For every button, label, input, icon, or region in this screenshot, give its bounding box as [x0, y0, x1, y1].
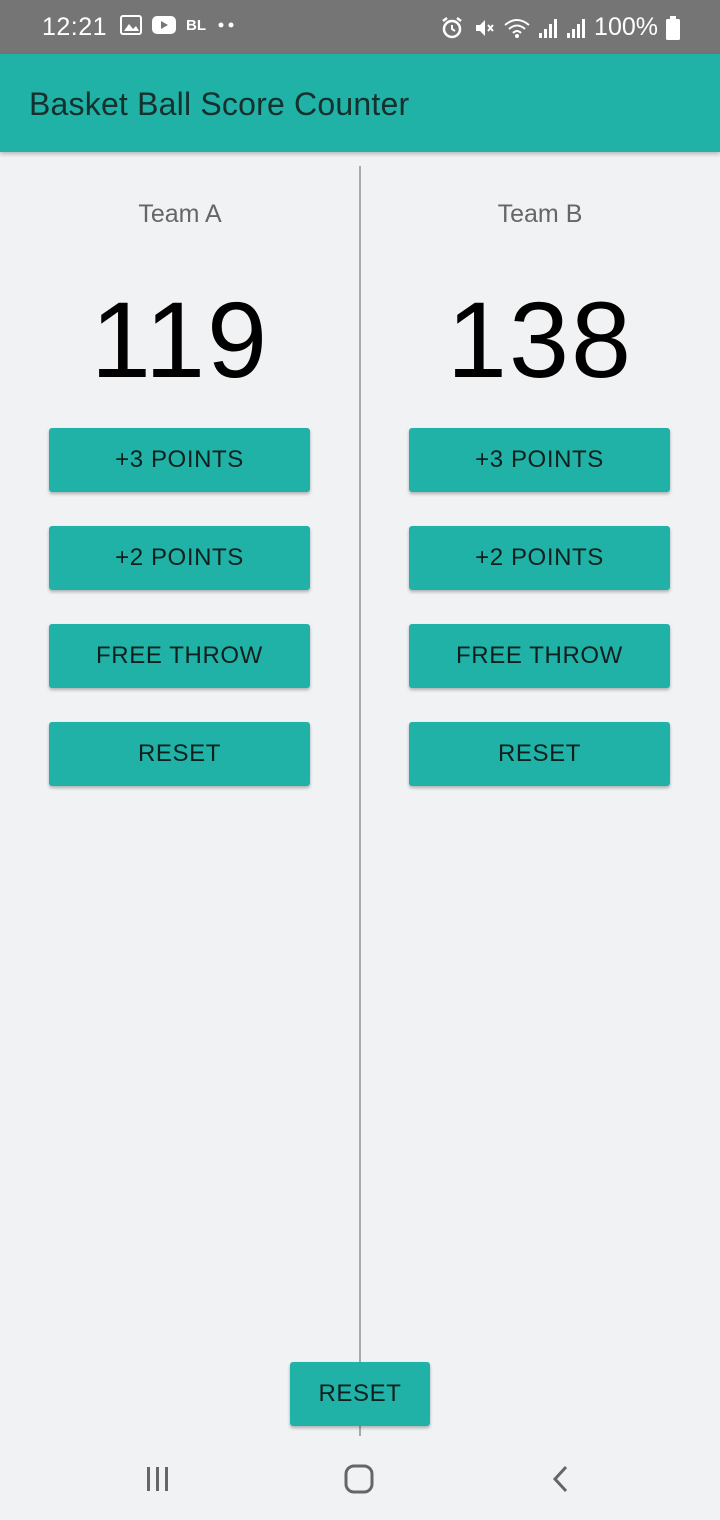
recent-apps-icon[interactable] — [138, 1462, 178, 1496]
image-icon — [120, 15, 142, 35]
team-b-plus-two-button[interactable]: +2 POINTS — [409, 526, 670, 590]
reset-all-button[interactable]: RESET — [290, 1362, 430, 1426]
status-time: 12:21 — [42, 13, 108, 41]
signal-icon — [566, 17, 586, 39]
mute-icon — [472, 16, 496, 40]
team-b-reset-button[interactable]: RESET — [409, 722, 670, 786]
team-a-name: Team A — [138, 200, 222, 228]
team-b-free-throw-button[interactable]: FREE THROW — [409, 624, 670, 688]
team-a-score: 119 — [90, 279, 270, 400]
navigation-bar — [0, 1436, 720, 1520]
team-a-panel: Team A 119 +3 POINTS +2 POINTS FREE THRO… — [0, 152, 360, 852]
alarm-icon — [440, 16, 464, 40]
team-b-name: Team B — [497, 200, 583, 228]
team-a-plus-three-button[interactable]: +3 POINTS — [49, 428, 310, 492]
status-icons-left: BL — [120, 15, 236, 35]
team-b-panel: Team B 138 +3 POINTS +2 POINTS FREE THRO… — [360, 152, 720, 852]
app-title: Basket Ball Score Counter — [29, 86, 410, 122]
home-icon[interactable] — [339, 1462, 379, 1496]
bl-icon: BL — [186, 16, 206, 34]
team-a-plus-two-button[interactable]: +2 POINTS — [49, 526, 310, 590]
signal-icon — [538, 17, 558, 39]
battery-percent: 100% — [594, 13, 658, 41]
status-bar: 12:21 BL 100% — [0, 0, 720, 54]
team-b-score: 138 — [446, 279, 634, 400]
youtube-icon — [152, 16, 176, 34]
status-icons-right: 100% — [440, 13, 680, 42]
back-icon[interactable] — [540, 1462, 580, 1496]
team-a-reset-button[interactable]: RESET — [49, 722, 310, 786]
team-a-free-throw-button[interactable]: FREE THROW — [49, 624, 310, 688]
more-dots-icon — [216, 21, 236, 29]
team-b-plus-three-button[interactable]: +3 POINTS — [409, 428, 670, 492]
battery-icon — [666, 15, 680, 40]
wifi-icon — [504, 17, 530, 39]
app-bar: Basket Ball Score Counter — [0, 54, 720, 152]
